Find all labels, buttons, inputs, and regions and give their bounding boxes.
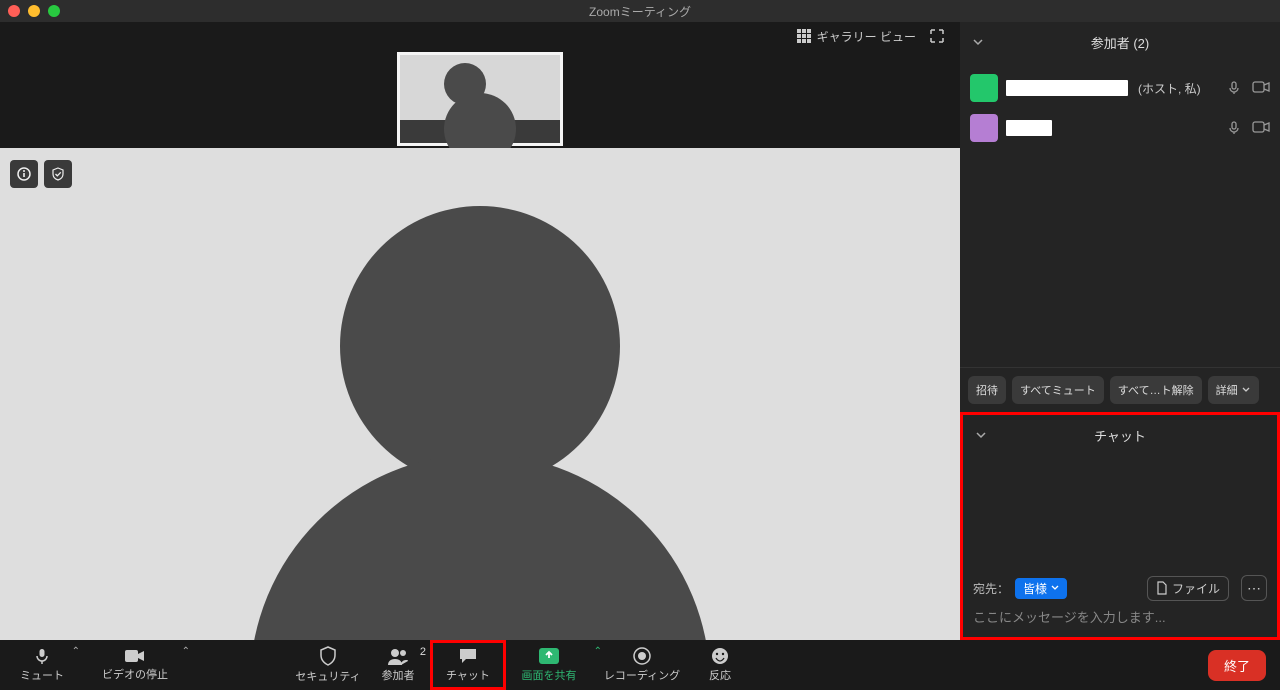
- maximize-window-button[interactable]: [48, 5, 60, 17]
- share-label: 画面を共有: [522, 667, 577, 683]
- chat-more-button[interactable]: ⋯: [1241, 575, 1267, 601]
- window-title: Zoomミーティング: [589, 3, 691, 20]
- grid-icon: [797, 29, 811, 43]
- reactions-label: 反応: [709, 667, 731, 683]
- more-label: 詳細: [1216, 382, 1238, 398]
- end-meeting-button[interactable]: 終了: [1208, 650, 1266, 681]
- chat-input[interactable]: [973, 610, 1267, 625]
- minimize-window-button[interactable]: [28, 5, 40, 17]
- smiley-icon: [711, 647, 729, 665]
- participants-button[interactable]: 2 参加者: [366, 640, 430, 690]
- chevron-down-icon: [1051, 584, 1059, 592]
- chevron-down-icon: [975, 429, 987, 441]
- microphone-icon[interactable]: [1226, 80, 1242, 96]
- file-icon: [1156, 581, 1168, 595]
- record-button[interactable]: レコーディング: [592, 640, 692, 690]
- file-label: ファイル: [1172, 580, 1220, 597]
- self-view-thumbnail[interactable]: 名 前: [397, 52, 563, 146]
- record-icon: [633, 647, 651, 665]
- participants-title: 参加者 (2): [1091, 33, 1150, 52]
- chat-footer: 宛先： 皆様 ファイル ⋯: [963, 567, 1277, 637]
- participant-row[interactable]: (ホスト, 私): [970, 68, 1270, 108]
- participants-label: 参加者: [382, 667, 415, 683]
- participants-icon: [386, 647, 410, 665]
- participant-list: (ホスト, 私): [960, 62, 1280, 154]
- shield-icon: [319, 646, 337, 666]
- participant-row[interactable]: [970, 108, 1270, 148]
- mute-button[interactable]: ミュート ⌃: [14, 640, 70, 690]
- share-screen-button[interactable]: 画面を共有 ⌃: [506, 640, 592, 690]
- chevron-up-icon[interactable]: ⌃: [182, 646, 190, 657]
- participant-avatar: [970, 74, 998, 102]
- security-button[interactable]: セキュリティ: [290, 640, 366, 690]
- participant-avatar: [970, 114, 998, 142]
- participants-footer: 招待 すべてミュート すべて…ト解除 詳細: [960, 367, 1280, 412]
- side-panel: 参加者 (2) (ホスト, 私): [960, 22, 1280, 640]
- participants-count-badge: 2: [420, 646, 426, 658]
- participants-more-button[interactable]: 詳細: [1208, 376, 1259, 404]
- chevron-down-icon: [972, 36, 984, 48]
- window-controls: [8, 5, 60, 17]
- participant-name-redacted: [1006, 120, 1052, 136]
- chat-icon: [458, 647, 478, 665]
- collapse-participants-button[interactable]: [972, 36, 984, 48]
- main-video: [0, 148, 960, 640]
- record-label: レコーディング: [604, 667, 680, 683]
- chat-recipient-value: 皆様: [1023, 580, 1047, 597]
- chat-to-label: 宛先：: [973, 580, 1009, 597]
- security-label: セキュリティ: [295, 668, 360, 684]
- chat-panel: チャット 宛先： 皆様 ファイル ⋯: [960, 412, 1280, 640]
- meeting-toolbar: ミュート ⌃ ビデオの停止 ⌃ セキュリティ 2 参加者 チャット 画面を共有 …: [0, 640, 1280, 690]
- chat-label: チャット: [446, 667, 490, 683]
- fullscreen-button[interactable]: [926, 25, 948, 47]
- encryption-button[interactable]: [44, 160, 72, 188]
- mute-all-button[interactable]: すべてミュート: [1012, 376, 1104, 404]
- participants-panel: 参加者 (2) (ホスト, 私): [960, 22, 1280, 412]
- share-screen-icon: [538, 647, 560, 665]
- chevron-up-icon[interactable]: ⌃: [72, 646, 80, 657]
- avatar-placeholder-icon: [444, 63, 516, 135]
- mute-label: ミュート: [20, 667, 64, 683]
- stop-video-button[interactable]: ビデオの停止 ⌃: [90, 640, 180, 690]
- camera-icon: [124, 648, 146, 664]
- reactions-button[interactable]: 反応: [692, 640, 748, 690]
- collapse-chat-button[interactable]: [975, 429, 987, 441]
- title-bar: Zoomミーティング: [0, 0, 1280, 22]
- camera-icon[interactable]: [1252, 80, 1270, 94]
- participant-role-label: (ホスト, 私): [1138, 80, 1201, 97]
- chat-recipient-select[interactable]: 皆様: [1015, 578, 1067, 599]
- gallery-view-button[interactable]: ギャラリー ビュー: [797, 28, 916, 45]
- shield-check-icon: [51, 167, 65, 181]
- info-icon: [17, 167, 31, 181]
- video-top-controls: ギャラリー ビュー: [0, 22, 960, 50]
- main-avatar-placeholder-icon: [340, 254, 620, 534]
- microphone-icon[interactable]: [1226, 120, 1242, 136]
- chat-title: チャット: [1094, 426, 1146, 445]
- close-window-button[interactable]: [8, 5, 20, 17]
- chat-header: チャット: [963, 415, 1277, 455]
- chevron-down-icon: [1241, 385, 1251, 395]
- fullscreen-icon: [929, 28, 945, 44]
- gallery-view-label: ギャラリー ビュー: [817, 28, 916, 45]
- chat-file-button[interactable]: ファイル: [1147, 576, 1229, 601]
- camera-icon[interactable]: [1252, 120, 1270, 134]
- stop-video-label: ビデオの停止: [102, 666, 168, 682]
- chat-button[interactable]: チャット: [430, 640, 506, 690]
- microphone-icon: [33, 647, 51, 665]
- participants-header: 参加者 (2): [960, 22, 1280, 62]
- unmute-all-button[interactable]: すべて…ト解除: [1110, 376, 1202, 404]
- chat-messages: [963, 455, 1277, 567]
- invite-button[interactable]: 招待: [968, 376, 1006, 404]
- info-button[interactable]: [10, 160, 38, 188]
- video-area: ギャラリー ビュー 名 前: [0, 22, 960, 640]
- participant-name-redacted: [1006, 80, 1128, 96]
